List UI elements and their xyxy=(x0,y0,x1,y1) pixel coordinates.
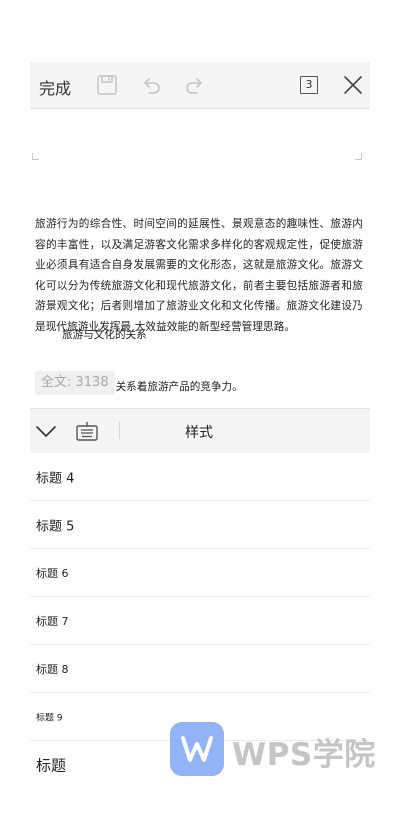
toolbar-divider xyxy=(119,422,120,439)
style-item-label: 标题 xyxy=(36,756,67,774)
keyboard-icon[interactable] xyxy=(75,420,99,442)
style-panel-title: 样式 xyxy=(185,425,213,441)
page-count-button[interactable]: 3 xyxy=(300,76,318,94)
section-heading: 旅游与文化的关系 xyxy=(62,329,147,341)
wps-watermark-text: WPS学院 xyxy=(232,737,376,773)
undo-icon[interactable] xyxy=(140,74,162,96)
word-count-badge: 全文: 3138 xyxy=(35,371,115,395)
close-icon[interactable] xyxy=(342,74,364,96)
style-item-heading-4[interactable]: 标题 4 xyxy=(30,453,370,501)
wps-logo-icon xyxy=(170,722,224,776)
redo-icon[interactable] xyxy=(184,74,206,96)
style-item-label: 标题 5 xyxy=(36,519,75,534)
style-item-label: 标题 6 xyxy=(36,566,69,580)
wps-editor: 完成 3 旅游行为的综合性、时间空间的延展性、景观意态的趣味性、旅游内容的丰富性… xyxy=(30,62,370,778)
body-text-line: ;关系着旅游产品的竞争力。 xyxy=(112,381,243,393)
style-item-heading-8[interactable]: 标题 8 xyxy=(30,645,370,693)
save-icon[interactable] xyxy=(96,74,118,96)
chevron-down-icon[interactable] xyxy=(35,421,57,441)
style-item-heading-7[interactable]: 标题 7 xyxy=(30,597,370,645)
document-canvas[interactable]: 旅游行为的综合性、时间空间的延展性、景观意态的趣味性、旅游内容的丰富性，以及满足… xyxy=(30,109,370,409)
style-item-label: 标题 7 xyxy=(36,614,69,628)
top-toolbar: 完成 3 xyxy=(30,62,370,109)
style-item-heading-6[interactable]: 标题 6 xyxy=(30,549,370,597)
style-item-label: 标题 9 xyxy=(36,713,63,723)
done-button[interactable]: 完成 xyxy=(39,75,71,99)
style-item-label: 标题 8 xyxy=(36,662,69,676)
style-item-label: 标题 4 xyxy=(36,471,75,486)
body-paragraph: 旅游行为的综合性、时间空间的延展性、景观意态的趣味性、旅游内容的丰富性，以及满足… xyxy=(35,218,363,333)
page-margin-mark-right xyxy=(355,153,362,160)
style-item-heading-5[interactable]: 标题 5 xyxy=(30,501,370,549)
page-margin-mark-left xyxy=(32,153,39,160)
style-toolbar: 样式 xyxy=(30,408,370,453)
